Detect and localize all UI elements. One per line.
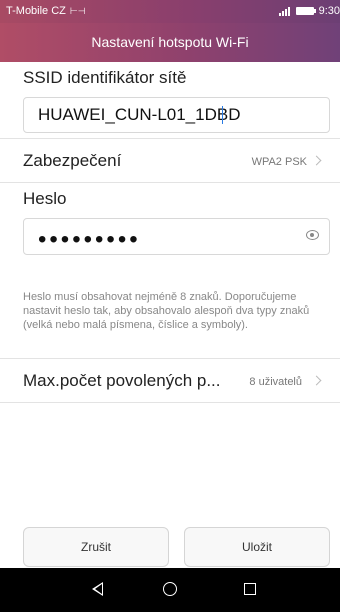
max-users-value: 8 uživatelů: [249, 376, 302, 388]
navigation-bar: [0, 568, 340, 612]
divider: [0, 402, 340, 403]
chevron-right-icon: [311, 155, 322, 166]
security-label: Zabezpečení: [23, 151, 122, 170]
security-row[interactable]: Zabezpečení WPA2 PSK: [0, 139, 340, 181]
page-title: Nastavení hotspotu Wi-Fi: [0, 23, 340, 62]
chevron-right-icon: [311, 375, 322, 386]
password-input[interactable]: •••••••••: [23, 218, 330, 255]
home-circle-icon[interactable]: [163, 582, 177, 596]
ssid-value: HUAWEI_CUN-L01_1DBD: [38, 105, 241, 124]
divider: [0, 182, 340, 183]
clock: 9:30: [318, 5, 340, 17]
status-right: 9:30: [278, 5, 340, 17]
text-cursor: [221, 106, 223, 126]
password-label: Heslo: [23, 189, 67, 208]
max-users-row[interactable]: Max.počet povolených p... 8 uživatelů: [0, 359, 340, 401]
status-left: T-Mobile CZ ⊢⊣: [6, 5, 86, 17]
show-password-eye-icon[interactable]: [306, 230, 319, 240]
back-triangle-icon[interactable]: [92, 582, 103, 596]
password-helper-text: Heslo musí obsahovat nejméně 8 znaků. Do…: [23, 291, 310, 331]
max-users-label: Max.počet povolených p...: [23, 371, 221, 390]
dual-sim-icon: ⊢⊣: [69, 5, 86, 16]
battery-icon: [295, 7, 316, 15]
status-bar: T-Mobile CZ ⊢⊣ 9:30: [0, 0, 340, 23]
security-value: WPA2 PSK: [251, 156, 307, 168]
carrier-name: T-Mobile CZ: [6, 5, 66, 17]
password-masked-value: •••••••••: [38, 226, 141, 253]
cancel-button[interactable]: Zrušit: [23, 527, 169, 567]
ssid-label: SSID identifikátor sítě: [23, 68, 187, 87]
ssid-input[interactable]: HUAWEI_CUN-L01_1DBD: [23, 97, 330, 133]
signal-icon: [278, 6, 291, 16]
recent-apps-square-icon[interactable]: [244, 583, 256, 595]
save-button[interactable]: Uložit: [184, 527, 330, 567]
